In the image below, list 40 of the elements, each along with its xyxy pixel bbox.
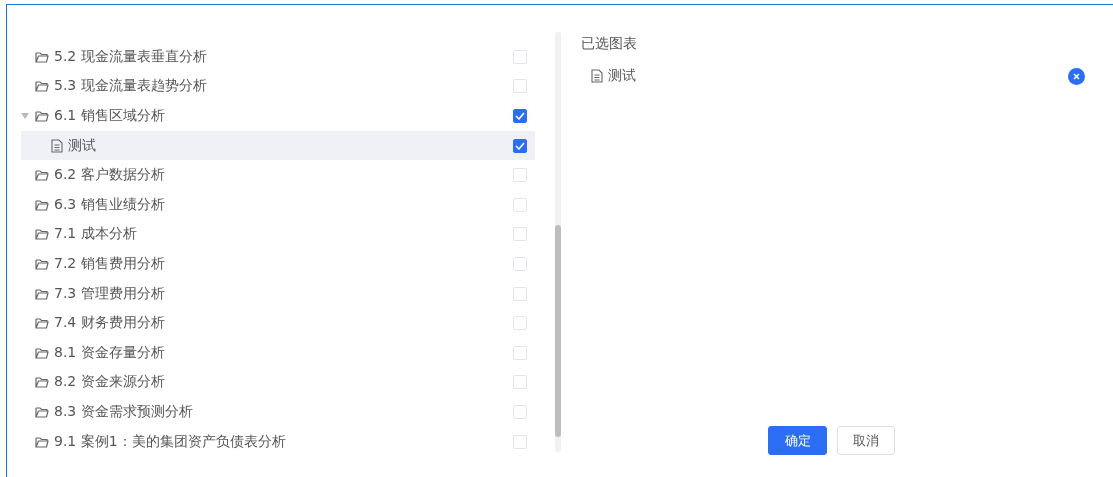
folder-icon [35,228,49,241]
confirm-button[interactable]: 确定 [768,426,827,455]
folder-icon [35,257,49,270]
tree-item-label: 7.4 财务费用分析 [54,314,166,333]
tree-item-label: 测试 [68,136,97,155]
tree-item-label: 8.2 资金来源分析 [54,373,166,392]
document-icon [591,69,603,83]
selected-item-label: 测试 [608,67,637,85]
checkbox[interactable] [513,138,527,153]
cancel-button[interactable]: 取消 [837,426,895,455]
folder-icon [35,287,49,300]
checkbox[interactable] [513,109,527,123]
folder-icon [35,198,49,211]
tree-item-label: 6.1 销售区域分析 [54,107,166,125]
remove-button[interactable] [1068,67,1085,85]
document-icon [51,138,63,153]
tree-item-label: 7.2 销售费用分析 [54,254,166,273]
tree-item-label: 6.3 销售业绩分析 [54,195,166,214]
folder-icon [35,405,49,418]
folder-icon [35,376,49,389]
folder-icon [35,110,49,122]
folder-icon [35,169,49,182]
close-icon [1073,72,1080,80]
scrollbar-thumb[interactable] [555,225,561,437]
tree-item-label: 8.3 资金需求预测分析 [54,402,194,421]
panel-title: 已选图表 [581,35,638,53]
tree-item-label: 8.1 资金存量分析 [54,343,166,362]
tree-item-label: 9.1 案例1：美的集团资产负债表分析 [54,432,287,451]
tree-item-label: 6.2 客户数据分析 [54,166,166,185]
tree-row[interactable]: 测试 [21,130,535,161]
tree-item-label: 7.3 管理费用分析 [54,284,166,303]
caret-icon[interactable] [21,113,29,119]
folder-icon [35,80,49,93]
folder-icon [35,346,49,359]
tree-item-label: 5.3 现金流量表趋势分析 [54,77,208,96]
folder-icon [35,435,49,448]
folder-icon [35,317,49,330]
tree-item-label: 7.1 成本分析 [54,225,138,244]
folder-icon [35,50,49,63]
tree-item-label: 5.2 现金流量表垂直分析 [54,47,208,66]
